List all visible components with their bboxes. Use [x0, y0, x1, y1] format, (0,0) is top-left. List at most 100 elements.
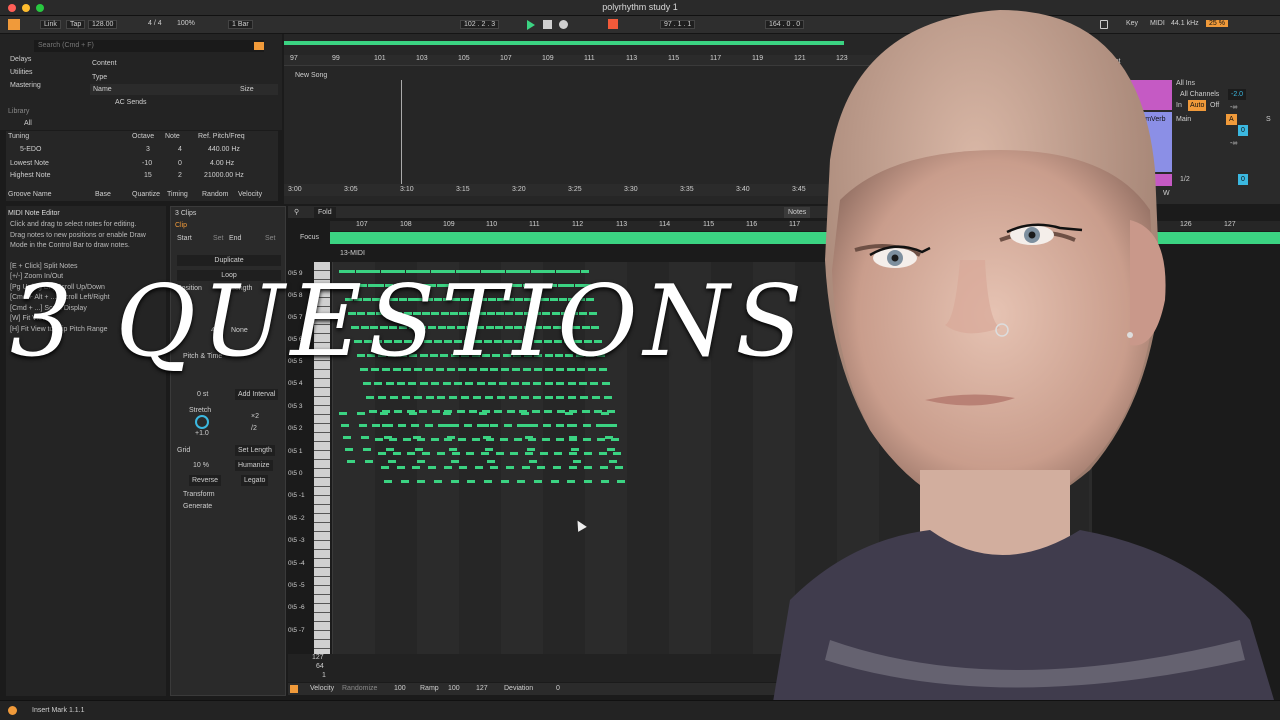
category-utilities[interactable]: Utilities [10, 67, 90, 78]
midi-note[interactable] [510, 452, 519, 455]
midi-note[interactable] [343, 436, 351, 439]
midi-note[interactable] [372, 424, 380, 427]
transform-header[interactable]: Transform [183, 489, 215, 500]
midi-note[interactable] [483, 436, 491, 439]
midi-note[interactable] [529, 424, 538, 427]
legato-button[interactable]: Legato [241, 475, 269, 486]
fold-button[interactable]: Fold [314, 207, 336, 218]
midi-note[interactable] [555, 438, 564, 441]
midi-note[interactable] [571, 448, 579, 451]
midi-note[interactable] [584, 466, 593, 469]
midi-note[interactable] [464, 424, 473, 427]
midi-note[interactable] [523, 424, 531, 427]
midi-note[interactable] [552, 466, 561, 469]
midi-note[interactable] [543, 424, 552, 427]
midi-note[interactable] [375, 438, 383, 441]
midi-note[interactable] [569, 452, 578, 455]
midi-note[interactable] [411, 424, 419, 427]
midi-note[interactable] [445, 424, 453, 427]
highest-frequency[interactable]: 21000.00 Hz [204, 170, 244, 181]
browser-toggle-icon[interactable] [8, 19, 20, 30]
midi-note[interactable] [480, 452, 489, 455]
lowest-octave[interactable]: -10 [142, 158, 152, 169]
midi-note[interactable] [451, 452, 460, 455]
time-ruler[interactable]: 3:00 3:05 3:10 3:15 3:20 3:25 3:30 3:35 … [284, 184, 844, 196]
name-column-header[interactable]: Name [93, 84, 112, 95]
midi-note[interactable] [485, 448, 493, 451]
lane-toggle-icon[interactable] [290, 685, 298, 693]
midi-note[interactable] [443, 466, 452, 469]
midi-note[interactable] [490, 424, 499, 427]
midi-note[interactable] [615, 466, 624, 469]
halve-button[interactable]: /2 [251, 423, 257, 434]
zoom-value[interactable]: 100% [177, 20, 195, 27]
midi-note[interactable] [412, 466, 421, 469]
midi-note[interactable] [415, 448, 423, 451]
grid-menu[interactable]: Grid [177, 445, 190, 456]
midi-note[interactable] [534, 480, 542, 483]
midi-note[interactable] [424, 424, 433, 427]
midi-note[interactable] [388, 460, 396, 463]
midi-note[interactable] [467, 480, 476, 483]
midi-note[interactable] [583, 438, 592, 441]
midi-note[interactable] [517, 480, 526, 483]
midi-note[interactable] [386, 448, 394, 451]
reverse-button[interactable]: Reverse [189, 475, 222, 486]
deviation-value[interactable]: 0 [556, 683, 560, 694]
set-length-button[interactable]: Set Length [235, 445, 275, 456]
ramp-end[interactable]: 127 [476, 683, 488, 694]
midi-note[interactable] [413, 436, 421, 439]
midi-note[interactable] [384, 480, 392, 483]
type-filter[interactable]: Type [92, 72, 107, 83]
midi-note[interactable] [598, 452, 607, 455]
midi-note[interactable] [584, 480, 592, 483]
midi-note[interactable] [609, 460, 617, 463]
midi-note[interactable] [392, 452, 401, 455]
overview-bar[interactable] [284, 41, 844, 45]
midi-note[interactable] [490, 466, 499, 469]
midi-note[interactable] [500, 480, 509, 483]
lowest-note[interactable]: 0 [178, 158, 182, 169]
midi-note[interactable] [400, 480, 409, 483]
ramp-start[interactable]: 100 [448, 683, 460, 694]
end-set[interactable]: Set [265, 233, 276, 244]
midi-note[interactable] [513, 438, 522, 441]
midi-note[interactable] [434, 480, 442, 483]
midi-note[interactable] [605, 436, 613, 439]
stop-icon[interactable] [543, 20, 552, 29]
content-filter[interactable]: Content [92, 58, 117, 69]
midi-note[interactable] [450, 480, 459, 483]
midi-note[interactable] [527, 448, 535, 451]
midi-note[interactable] [341, 424, 349, 427]
midi-note[interactable] [573, 460, 581, 463]
play-icon[interactable] [527, 20, 535, 30]
humanize-button[interactable]: Humanize [235, 460, 273, 471]
midi-note[interactable] [347, 460, 355, 463]
song-position[interactable]: 102 . 2 . 3 [460, 20, 500, 29]
midi-note[interactable] [436, 452, 445, 455]
tap-button[interactable]: Tap [66, 20, 86, 29]
size-column-header[interactable]: Size [240, 84, 254, 95]
midi-note[interactable] [541, 438, 550, 441]
midi-note[interactable] [569, 436, 577, 439]
capture-icon[interactable] [608, 19, 618, 29]
midi-note[interactable] [447, 436, 455, 439]
midi-note[interactable] [568, 466, 577, 469]
loop-start[interactable]: 97 . 1 . 1 [660, 20, 696, 29]
category-delays[interactable]: Delays [10, 54, 90, 65]
velocity-lane[interactable]: 127 64 1 [288, 654, 828, 682]
song-name[interactable]: New Song [295, 70, 327, 81]
midi-note[interactable] [449, 448, 457, 451]
midi-note[interactable] [417, 460, 425, 463]
midi-note[interactable] [556, 424, 565, 427]
midi-note[interactable] [521, 466, 530, 469]
search-input[interactable]: Search (Cmd + F) [34, 40, 264, 52]
midi-note[interactable] [487, 460, 495, 463]
midi-note[interactable] [484, 480, 492, 483]
midi-note[interactable] [378, 452, 386, 455]
generate-header[interactable]: Generate [183, 501, 212, 512]
ref-note[interactable]: 4 [178, 144, 182, 155]
midi-note[interactable] [417, 480, 426, 483]
tempo-field[interactable]: 128.00 [88, 20, 118, 29]
midi-note[interactable] [407, 452, 416, 455]
